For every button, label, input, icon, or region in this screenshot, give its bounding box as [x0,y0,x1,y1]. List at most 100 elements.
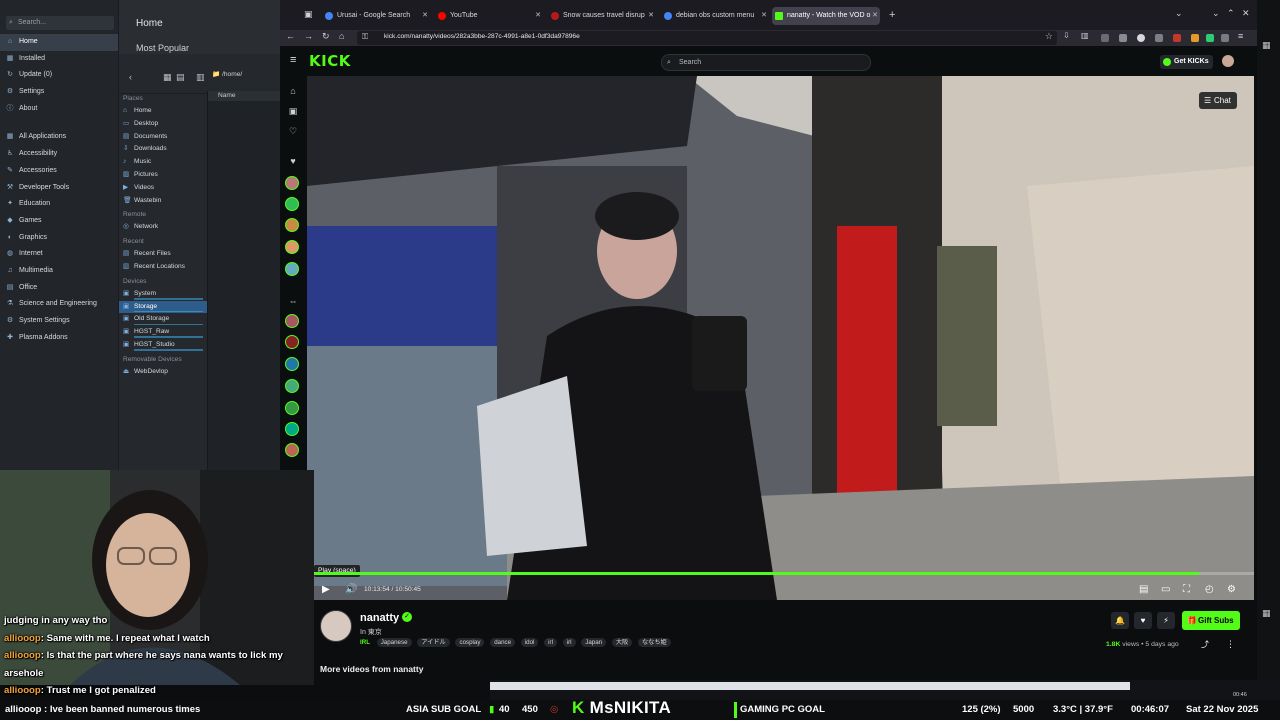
launcher-item-settings[interactable]: ⚙ Settings [0,84,118,101]
followed-channel-avatar[interactable] [285,197,299,211]
close-icon[interactable]: ✕ [535,7,541,25]
category-multimedia[interactable]: ♫ Multimedia [0,263,118,280]
reload-icon[interactable]: ↻ [322,31,330,42]
tab-youtube[interactable]: YouTube ✕ [435,7,543,25]
browse-icon[interactable]: ▣ [287,106,299,117]
extension-icon[interactable] [1206,34,1214,42]
device-hgst-studio[interactable]: ▣ HGST_Studio [119,339,207,352]
location-path[interactable]: 📁 /home/ [212,70,242,78]
window-close-icon[interactable]: ✕ [1242,8,1250,19]
launcher-item-about[interactable]: ⓘ About [0,101,118,118]
tag[interactable]: irl [562,638,576,647]
gift-subs-button[interactable]: 🎁 Gift Subs [1182,611,1240,630]
category-irl[interactable]: IRL [360,639,370,646]
home-icon[interactable]: ⌂ [287,86,299,96]
place-music[interactable]: ♪ Music [119,156,207,169]
followed-channel-avatar[interactable] [285,262,299,276]
category-plasma-addons[interactable]: ✚ Plasma Addons [0,330,118,347]
view-icons-icon[interactable]: ▦ [163,72,172,83]
close-icon[interactable]: ✕ [422,7,428,25]
device-hgst-raw[interactable]: ▣ HGST_Raw [119,326,207,339]
video-player[interactable] [307,76,1254,600]
extension-icon[interactable] [1173,34,1181,42]
fullscreen-icon[interactable]: ⛶ [1183,584,1190,595]
tab-kick-vod[interactable]: nanatty - Watch the VOD o ✕ [772,7,880,25]
close-icon[interactable]: ✕ [648,7,654,25]
boost-icon[interactable]: ⚡ [1157,612,1175,629]
speed-icon[interactable]: ◴ [1205,584,1214,595]
menu-icon[interactable]: ≡ [1238,31,1243,41]
category-all-applications[interactable]: ▦ All Applications [0,129,118,146]
tab-debian-search[interactable]: debian obs custom menu ✕ [661,7,769,25]
following-icon[interactable]: ♡ [287,126,299,137]
settings-icon[interactable]: ⚙ [1227,584,1236,595]
place-videos[interactable]: ▶ Videos [119,182,207,195]
back-arrow-icon[interactable]: ← [286,31,295,41]
recommended-channel-avatar[interactable] [285,379,299,393]
forward-arrow-icon[interactable]: → [304,31,313,41]
followed-channel-avatar[interactable] [285,240,299,254]
get-kicks-button[interactable]: Get KICKs [1160,55,1213,69]
tag[interactable]: cosplay [455,638,485,647]
launcher-search-input[interactable]: ⌕ Search... [6,16,114,30]
category-developer-tools[interactable]: ⚒ Developer Tools [0,180,118,197]
maximize-icon[interactable]: ⌃ [1227,8,1235,19]
place-recent-locations[interactable]: ▥ Recent Locations [119,261,207,274]
device-storage[interactable]: ▣ Storage [119,300,207,314]
hamburger-menu-icon[interactable]: ≡ [290,54,296,66]
place-downloads[interactable]: ⇩ Downloads [119,143,207,156]
extension-icon[interactable] [1221,34,1229,42]
back-icon[interactable]: ‹ [129,72,132,82]
channel-name[interactable]: nanatty [360,612,399,624]
category-accessibility[interactable]: ♿ Accessibility [0,146,118,163]
recommended-channel-avatar[interactable] [285,422,299,436]
tag[interactable]: Japan [581,638,607,647]
chat-toggle-button[interactable]: ☰ Chat [1199,92,1237,109]
grid-icon[interactable]: ▦ [1262,40,1271,51]
tab-list-icon[interactable]: ▣ [304,9,313,20]
followed-channel-avatar[interactable] [285,218,299,232]
place-documents[interactable]: ▤ Documents [119,131,207,144]
tag[interactable]: ななち姫 [637,638,671,647]
kick-search-input[interactable]: ⌕ Search [661,54,871,71]
close-icon[interactable]: ✕ [761,7,767,25]
follow-heart-icon[interactable]: ♥ [1134,612,1152,629]
view-compact-icon[interactable]: ▤ [176,72,185,83]
device-webdevlop[interactable]: ⏏ WebDevlop [119,366,207,379]
category-link[interactable]: 東京 [368,629,382,636]
launcher-item-home[interactable]: ⌂ Home [0,34,118,51]
home-icon[interactable]: ⌂ [339,31,344,41]
more-options-icon[interactable]: ⋮ [1226,639,1235,650]
place-network[interactable]: ◎ Network [119,221,207,234]
recommended-channel-avatar[interactable] [285,314,299,328]
close-icon[interactable]: ✕ [872,7,878,25]
file-list[interactable]: Name [207,91,281,470]
launcher-item-installed[interactable]: ▦ Installed [0,51,118,68]
grid-icon[interactable]: ▦ [1262,608,1271,619]
heart-icon[interactable]: ♥ [287,156,299,166]
place-home[interactable]: ⌂ Home [119,105,207,118]
device-old-storage[interactable]: ▣ Old Storage [119,313,207,326]
launcher-item-update[interactable]: ↻ Update (0) [0,67,118,84]
bookmark-star-icon[interactable]: ☆ [1045,31,1053,42]
play-icon[interactable]: ▶ [322,584,330,595]
category-graphics[interactable]: ◐ Graphics [0,230,118,247]
video-progress-bar[interactable] [314,572,1254,575]
tag[interactable]: アイドル [417,638,450,647]
minimize-icon[interactable]: ⌄ [1212,8,1220,19]
recommended-channel-avatar[interactable] [285,401,299,415]
category-accessories[interactable]: ✎ Accessories [0,163,118,180]
category-office[interactable]: ▤ Office [0,280,118,297]
library-icon[interactable]: ▥ [1081,31,1089,40]
device-system[interactable]: ▣ System [119,288,207,301]
tag[interactable]: Japanese [376,638,412,647]
place-pictures[interactable]: ▨ Pictures [119,169,207,182]
split-view-icon[interactable]: ▥ [196,72,205,83]
extension-icon[interactable] [1101,34,1109,42]
extension-icon[interactable] [1155,34,1163,42]
expand-icon[interactable]: ⇔ [287,296,299,306]
extension-icon[interactable] [1119,34,1127,42]
place-recent-files[interactable]: ▤ Recent Files [119,248,207,261]
user-avatar[interactable] [1222,55,1234,67]
category-internet[interactable]: ◍ Internet [0,246,118,263]
